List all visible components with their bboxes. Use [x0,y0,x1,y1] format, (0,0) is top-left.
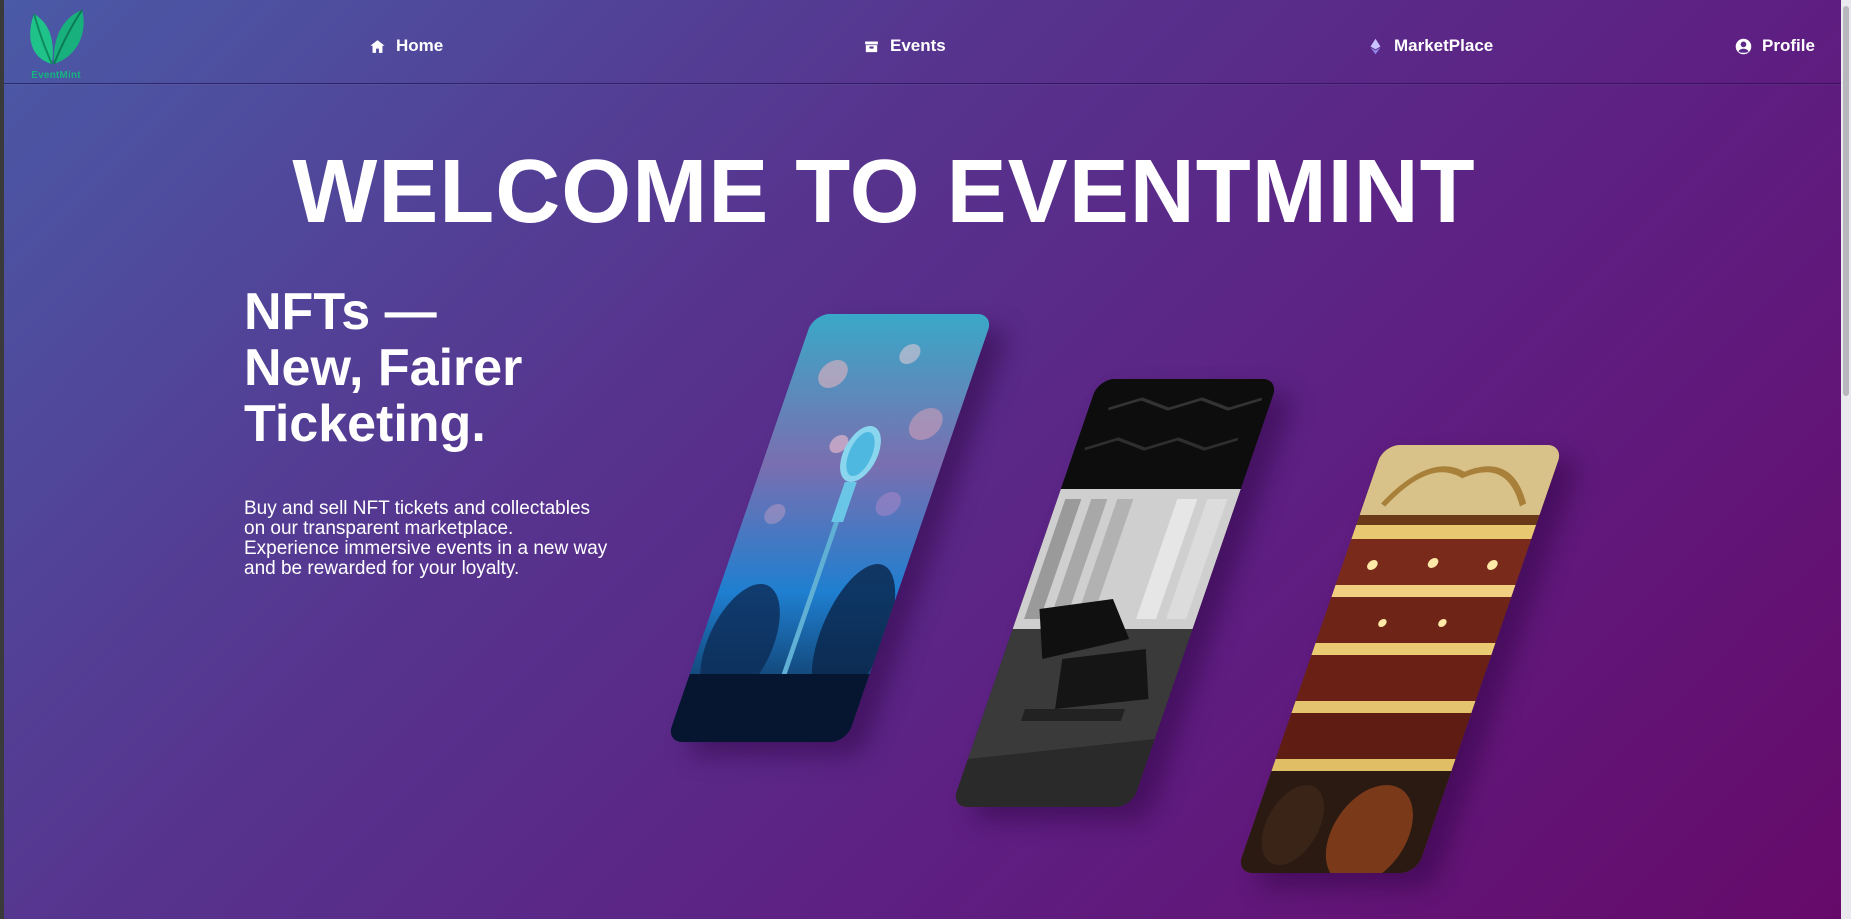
ethereum-icon [1370,38,1381,54]
home-icon [370,39,385,53]
gym-equipment-image [951,379,1279,807]
hero-description: Buy and sell NFT tickets and collectable… [244,499,664,579]
event-card-theatre[interactable] [1236,445,1564,873]
logo-text: EventMint [31,70,81,81]
ticket-icon [865,41,878,52]
opera-theatre-image [1236,445,1564,873]
tagline-line: New, Fairer [244,339,523,397]
nav-events-label: Events [890,36,946,55]
event-card-concert[interactable] [666,314,994,742]
nav-profile[interactable]: Profile [1735,34,1815,58]
user-circle-icon [1735,38,1752,54]
leaf-logo-icon [30,9,84,65]
hero-title: WELCOME TO EVENTMINT [292,142,1476,242]
description-line: Buy and sell NFT tickets and collectable… [244,498,591,519]
tagline-line: Ticketing. [244,395,486,453]
nav-home-label: Home [396,36,444,55]
nav-profile-label: Profile [1762,36,1815,55]
concert-microphone-image [666,314,994,742]
page-scrollbar[interactable] [1841,0,1851,919]
scrollbar-thumb[interactable] [1843,6,1849,396]
landing-page: EventMint Home Events MarketPlace Profil… [4,0,1851,919]
nav-events[interactable]: Events [863,34,946,58]
nav-marketplace[interactable]: MarketPlace [1367,34,1493,58]
description-line: Experience immersive events in a new way [244,538,608,559]
event-card-fitness[interactable] [951,379,1279,807]
nav-home[interactable]: Home [369,34,443,58]
top-navbar: EventMint Home Events MarketPlace Profil… [4,0,1851,84]
hero-tagline: NFTs — New, Fairer Ticketing. [244,284,664,452]
description-line: and be rewarded for your loyalty. [244,558,520,579]
eventmint-logo[interactable]: EventMint [22,6,90,82]
tagline-line: NFTs — [244,283,437,341]
description-line: on our transparent marketplace. [244,518,514,539]
nav-marketplace-label: MarketPlace [1394,36,1494,55]
